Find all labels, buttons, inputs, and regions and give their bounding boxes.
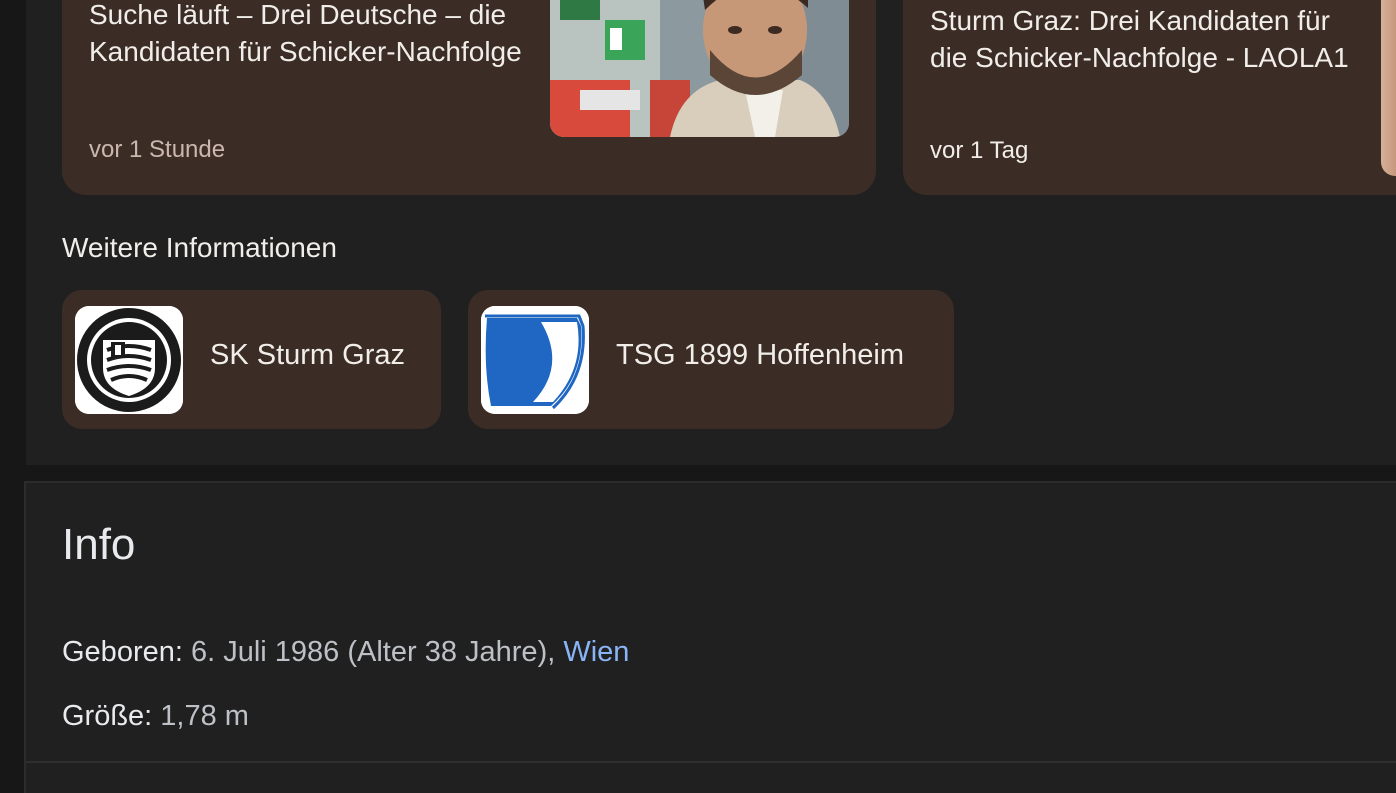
- birthplace-link[interactable]: Wien: [563, 636, 629, 668]
- entity-chip-label: TSG 1899 Hoffenheim: [616, 339, 905, 371]
- news-thumbnail[interactable]: [1381, 0, 1396, 176]
- fact-label: Größe:: [62, 700, 153, 732]
- tsg-hoffenheim-crest-icon: [481, 306, 589, 414]
- portrait-image: [550, 0, 849, 137]
- news-card[interactable]: Suche läuft – Drei Deutsche – die Kandid…: [62, 0, 876, 195]
- fact-height: Größe: 1,78 m: [62, 700, 249, 733]
- news-timestamp: vor 1 Tag: [930, 137, 1029, 164]
- entity-chip-label: SK Sturm Graz: [210, 339, 405, 371]
- entity-chip-sk-sturm-graz[interactable]: SK Sturm Graz: [62, 290, 441, 429]
- fact-value: 1,78 m: [152, 700, 249, 732]
- more-info-heading: Weitere Informationen: [62, 232, 337, 263]
- entity-chip-tsg-hoffenheim[interactable]: TSG 1899 Hoffenheim: [468, 290, 954, 429]
- news-title[interactable]: Sturm Graz: Drei Kandidaten für die Schi…: [930, 2, 1360, 76]
- news-title[interactable]: Suche läuft – Drei Deutsche – die Kandid…: [89, 0, 529, 70]
- news-card[interactable]: Sturm Graz: Drei Kandidaten für die Schi…: [903, 0, 1396, 195]
- news-thumbnail[interactable]: [550, 0, 849, 137]
- sk-sturm-graz-crest-icon: [75, 306, 183, 414]
- fact-value: 6. Juli 1986 (Alter 38 Jahre),: [182, 636, 564, 668]
- fact-label: Geboren:: [62, 636, 183, 668]
- info-heading: Info: [62, 520, 136, 569]
- news-timestamp: vor 1 Stunde: [89, 136, 226, 163]
- left-gutter: [0, 0, 24, 793]
- fact-born: Geboren: 6. Juli 1986 (Alter 38 Jahre), …: [62, 636, 629, 669]
- results-page: Suche läuft – Drei Deutsche – die Kandid…: [0, 0, 1396, 793]
- divider: [26, 761, 1396, 763]
